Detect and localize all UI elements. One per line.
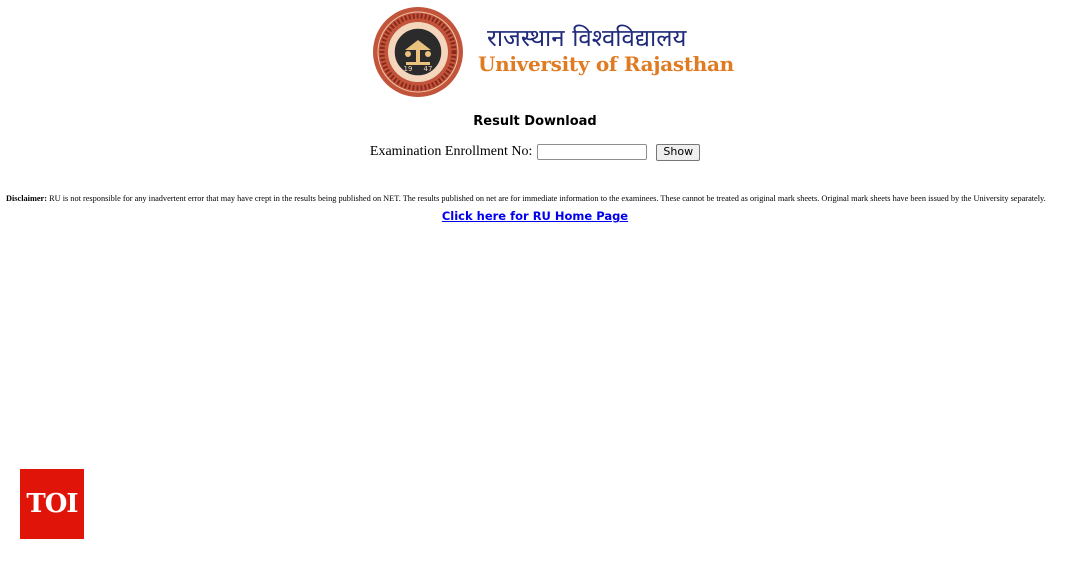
- enrollment-label: Examination Enrollment No:: [369, 144, 533, 159]
- disclaimer: Disclaimer: RU is not responsible for an…: [6, 194, 1064, 205]
- seal-year-left: 19: [404, 65, 413, 73]
- university-name-hindi: राजस्थान विश्वविद्यालय: [487, 24, 687, 52]
- university-header: 19 47 राजस्थान विश्वविद्यालय University …: [372, 6, 734, 98]
- ru-home-page-link[interactable]: Click here for RU Home Page: [442, 209, 628, 223]
- disclaimer-text: RU is not responsible for any inadverten…: [47, 194, 1046, 203]
- enrollment-number-input[interactable]: [536, 144, 647, 160]
- home-link-row: Click here for RU Home Page: [0, 209, 1070, 223]
- university-name-english: University of Rajasthan: [478, 52, 734, 76]
- toi-watermark-logo: TOI: [20, 469, 84, 539]
- seal-year-right: 47: [424, 65, 433, 73]
- show-button[interactable]: Show: [656, 143, 701, 161]
- enrollment-form: Examination Enrollment No: Show: [0, 143, 1070, 161]
- page-title: Result Download: [473, 114, 597, 129]
- university-seal-logo: 19 47: [373, 7, 463, 97]
- disclaimer-label: Disclaimer:: [6, 194, 48, 203]
